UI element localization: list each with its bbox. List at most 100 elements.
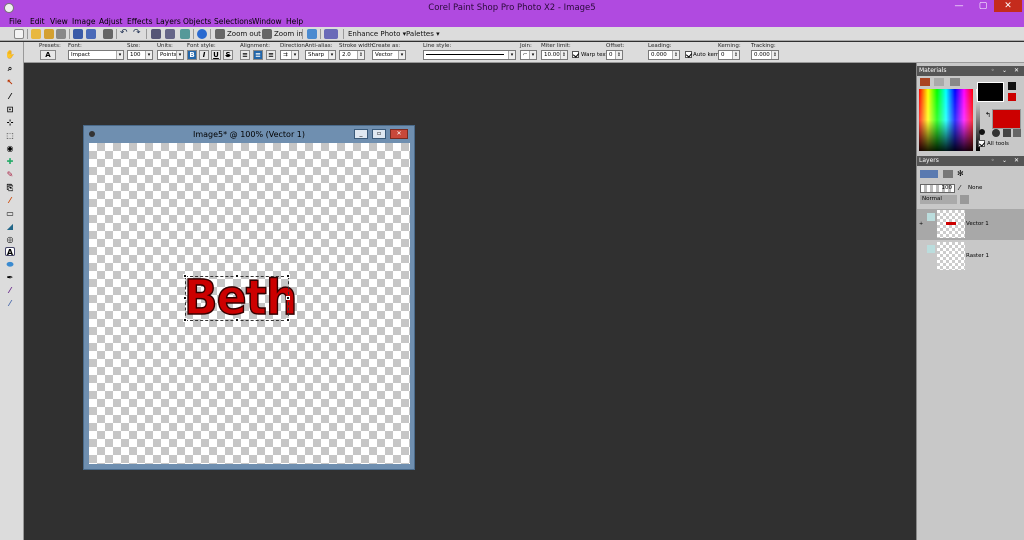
menu-image[interactable]: Image <box>72 17 96 26</box>
art-media-tool-icon[interactable]: ⁄ <box>5 286 15 295</box>
redo-icon[interactable]: ↷ <box>133 29 143 39</box>
zoom-out-label[interactable]: Zoom out <box>227 30 261 38</box>
duplicate-layer-icon[interactable] <box>943 170 953 178</box>
swap-colors-icon[interactable]: ↰ <box>985 111 991 119</box>
layer-lock-icon[interactable] <box>928 259 934 265</box>
info-icon[interactable] <box>197 29 207 39</box>
kerning-stepper[interactable]: 0 ⇕ <box>718 50 740 60</box>
palette-close-icon[interactable]: ✕ <box>1014 156 1019 166</box>
chevron-down-icon[interactable]: ⌄ <box>1002 66 1007 76</box>
all-tools-checkbox[interactable] <box>978 140 985 147</box>
lock-transparency-icon[interactable] <box>960 195 969 204</box>
menu-help[interactable]: Help <box>286 17 303 26</box>
crop-tool-icon[interactable]: ⊡ <box>5 105 15 114</box>
zoom-out-icon[interactable] <box>215 29 225 39</box>
stroke-width-stepper[interactable]: 2.0 ⇕ <box>339 50 365 60</box>
image-canvas[interactable]: Beth <box>89 143 410 464</box>
warp-tool-icon[interactable]: ◎ <box>5 235 15 244</box>
layer-visibility-icon[interactable] <box>927 245 935 253</box>
undo-icon[interactable]: ↶ <box>120 29 130 39</box>
pick-tool-icon[interactable]: ↖ <box>5 78 15 87</box>
menu-effects[interactable]: Effects <box>127 17 153 26</box>
selection-tool-icon[interactable]: ⬚ <box>5 131 15 140</box>
layer-lock-icon[interactable] <box>928 227 934 233</box>
clone-tool-icon[interactable]: ⎘ <box>5 183 15 192</box>
zoom-in-icon[interactable] <box>262 29 272 39</box>
paste-icon[interactable] <box>165 29 175 39</box>
save-as-icon[interactable] <box>86 29 96 39</box>
font-select[interactable]: Impact ▾ <box>68 50 124 60</box>
delete-layer-icon[interactable]: ✻ <box>957 169 964 178</box>
bold-button[interactable]: B <box>187 50 197 60</box>
texture-button-icon[interactable] <box>1003 129 1011 137</box>
foreground-material-icon[interactable] <box>1008 82 1016 90</box>
image-document-window[interactable]: Image5* @ 100% (Vector 1) _ ▫ ✕ Beth <box>83 125 415 470</box>
resize-handle[interactable] <box>235 318 239 322</box>
new-layer-icon[interactable] <box>920 170 938 178</box>
presets-button[interactable]: A <box>40 50 56 60</box>
transparent-button-icon[interactable] <box>1013 129 1021 137</box>
menu-layers[interactable]: Layers <box>156 17 181 26</box>
auto-kern-checkbox[interactable] <box>685 51 692 58</box>
menu-window[interactable]: Window <box>252 17 282 26</box>
paint-brush-tool-icon[interactable]: ⁄ <box>5 196 15 205</box>
menu-edit[interactable]: Edit <box>30 17 45 26</box>
align-center-icon[interactable]: ≡ <box>253 50 263 60</box>
oil-brush-tool-icon[interactable]: ⁄ <box>5 299 15 308</box>
text-tool-icon[interactable]: A <box>5 247 15 257</box>
underline-button[interactable]: U <box>211 50 221 60</box>
background-material-icon[interactable] <box>1008 93 1016 101</box>
align-left-icon[interactable]: ≡ <box>240 50 250 60</box>
new-file-icon[interactable] <box>14 29 24 39</box>
resize-handle[interactable] <box>286 274 290 278</box>
blend-mode-select[interactable]: Normal <box>920 195 957 204</box>
dropper-tool-icon[interactable]: ⁄ <box>5 92 15 101</box>
save-icon[interactable] <box>73 29 83 39</box>
italic-button[interactable]: I <box>199 50 209 60</box>
layer-row-raster-1[interactable]: Raster 1 <box>917 241 1024 272</box>
tracking-stepper[interactable]: 0.000 ⇕ <box>751 50 779 60</box>
selection-bounding-box[interactable] <box>183 274 290 322</box>
pen-tool-icon[interactable]: ✒ <box>5 273 15 282</box>
resize-handle[interactable] <box>286 296 290 300</box>
gradient-button-icon[interactable] <box>992 129 1000 137</box>
zoom-tool-icon[interactable]: ⌕ <box>5 64 15 73</box>
minimize-button[interactable]: — <box>948 0 970 12</box>
menu-view[interactable]: View <box>50 17 68 26</box>
copy-icon[interactable] <box>151 29 161 39</box>
pin-icon[interactable]: ◦ <box>991 156 995 166</box>
chevron-down-icon[interactable]: ⌄ <box>1002 156 1007 166</box>
line-style-select[interactable]: ▾ <box>423 50 516 60</box>
doc-close-button[interactable]: ✕ <box>390 129 408 139</box>
doc-minimize-button[interactable]: _ <box>354 129 368 139</box>
align-right-icon[interactable]: ≡ <box>266 50 276 60</box>
direction-select[interactable]: ⇉ ▾ <box>280 50 299 60</box>
resize-handle[interactable] <box>183 274 187 278</box>
print-icon[interactable] <box>103 29 113 39</box>
layer-row-vector-1[interactable]: + Vector 1 <box>917 209 1024 240</box>
layer-visibility-icon[interactable] <box>927 213 935 221</box>
resize-handle[interactable] <box>183 318 187 322</box>
close-button[interactable]: ✕ <box>994 0 1022 12</box>
swatches-tab-icon[interactable] <box>950 78 960 86</box>
resize-handle[interactable] <box>235 274 239 278</box>
resize-handle[interactable] <box>286 318 290 322</box>
pan-tool-icon[interactable]: ✋ <box>5 50 15 59</box>
learning-center-icon[interactable] <box>324 29 338 39</box>
palette-close-icon[interactable]: ✕ <box>1014 66 1019 76</box>
open-folder-icon[interactable] <box>31 29 41 39</box>
color-picker-spectrum[interactable] <box>919 89 973 151</box>
expand-icon[interactable]: + <box>919 221 923 227</box>
warp-text-checkbox[interactable] <box>572 51 579 58</box>
opacity-slider[interactable]: 100 <box>920 184 955 193</box>
makeover-tool-icon[interactable]: ✚ <box>5 157 15 166</box>
scan-icon[interactable] <box>56 29 66 39</box>
menu-objects[interactable]: Objects <box>183 17 211 26</box>
doc-maximize-button[interactable]: ▫ <box>372 129 386 139</box>
red-eye-tool-icon[interactable]: ◉ <box>5 144 15 153</box>
menu-adjust[interactable]: Adjust <box>99 17 122 26</box>
preset-shape-tool-icon[interactable]: ⬬ <box>5 260 15 269</box>
frame-tab-icon[interactable] <box>920 78 930 86</box>
join-select[interactable]: ⌐ ▾ <box>520 50 537 60</box>
background-color-swatch[interactable] <box>992 109 1021 129</box>
